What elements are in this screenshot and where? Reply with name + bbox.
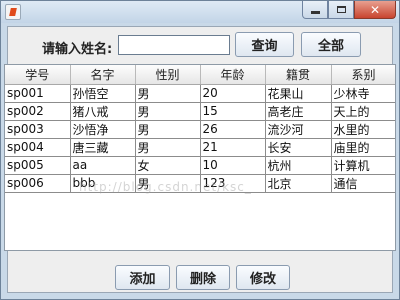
table-cell[interactable]: 唐三藏 [70, 138, 136, 157]
edit-button[interactable]: 修改 [236, 265, 290, 290]
table-cell[interactable]: 计算机 [331, 156, 395, 175]
close-icon: ✕ [369, 2, 381, 17]
table-cell[interactable]: 沙悟净 [70, 120, 136, 139]
table-header-row: 学号 名字 性别 年龄 籍贯 系别 [5, 65, 395, 85]
window-controls: ✕ [302, 1, 396, 19]
content-panel: 请输入姓名: 查询 全部 学号 名字 性别 年龄 籍贯 系别 sp001 孙悟空… [4, 26, 396, 293]
column-header-name[interactable]: 名字 [70, 65, 136, 85]
table-row[interactable]: sp003 沙悟净 男 26 流沙河 水里的 [5, 120, 395, 139]
table-cell[interactable]: 猪八戒 [70, 102, 136, 121]
name-search-input[interactable] [118, 35, 230, 55]
table-cell[interactable]: 花果山 [265, 84, 332, 103]
student-table[interactable]: 学号 名字 性别 年龄 籍贯 系别 sp001 孙悟空 男 20 花果山 少林寺… [5, 65, 395, 193]
table-cell[interactable]: sp002 [5, 102, 71, 121]
student-table-scrollpane[interactable]: 学号 名字 性别 年龄 籍贯 系别 sp001 孙悟空 男 20 花果山 少林寺… [4, 64, 396, 251]
table-cell[interactable]: 水里的 [331, 120, 395, 139]
table-cell[interactable]: 男 [135, 174, 201, 193]
table-cell[interactable]: 男 [135, 138, 201, 157]
table-cell[interactable]: 21 [200, 138, 266, 157]
table-row[interactable]: sp006 bbb 男 123 北京 通信 [5, 174, 395, 193]
minimize-button[interactable] [302, 1, 328, 19]
table-cell[interactable]: 孙悟空 [70, 84, 136, 103]
table-cell[interactable]: sp003 [5, 120, 71, 139]
table-cell[interactable]: 26 [200, 120, 266, 139]
close-button[interactable]: ✕ [354, 1, 396, 19]
table-cell[interactable]: 15 [200, 102, 266, 121]
table-cell[interactable]: sp006 [5, 174, 71, 193]
table-cell[interactable]: 女 [135, 156, 201, 175]
table-cell[interactable]: 男 [135, 84, 201, 103]
maximize-button[interactable] [328, 1, 354, 19]
column-header-gender[interactable]: 性别 [135, 65, 201, 85]
table-cell[interactable]: 北京 [265, 174, 332, 193]
minimize-icon [310, 11, 320, 14]
table-row[interactable]: sp004 唐三藏 男 21 长安 庙里的 [5, 138, 395, 157]
table-cell[interactable]: 男 [135, 120, 201, 139]
table-cell[interactable]: 高老庄 [265, 102, 332, 121]
table-cell[interactable]: 长安 [265, 138, 332, 157]
table-cell[interactable]: 123 [200, 174, 266, 193]
search-label: 请输入姓名: [42, 42, 113, 57]
table-row[interactable]: sp001 孙悟空 男 20 花果山 少林寺 [5, 84, 395, 103]
delete-button[interactable]: 删除 [176, 265, 230, 290]
title-bar[interactable]: ✕ [1, 1, 399, 23]
table-cell[interactable]: 10 [200, 156, 266, 175]
table-cell[interactable]: 流沙河 [265, 120, 332, 139]
table-cell[interactable]: 少林寺 [331, 84, 395, 103]
app-window: ✕ 请输入姓名: 查询 全部 学号 名字 性别 年龄 籍贯 系别 sp001 孙… [0, 0, 400, 300]
table-cell[interactable]: aa [70, 156, 136, 175]
java-app-icon [5, 4, 21, 20]
table-row[interactable]: sp002 猪八戒 男 15 高老庄 天上的 [5, 102, 395, 121]
column-header-hometown[interactable]: 籍贯 [265, 65, 332, 85]
table-cell[interactable]: 通信 [331, 174, 395, 193]
table-cell[interactable]: 天上的 [331, 102, 395, 121]
column-header-id[interactable]: 学号 [5, 65, 71, 85]
table-cell[interactable]: sp005 [5, 156, 71, 175]
add-button[interactable]: 添加 [115, 265, 170, 290]
table-cell[interactable]: sp004 [5, 138, 71, 157]
table-cell[interactable]: 杭州 [265, 156, 332, 175]
maximize-icon [336, 6, 346, 13]
table-cell[interactable]: bbb [70, 174, 136, 193]
show-all-button[interactable]: 全部 [301, 32, 361, 57]
column-header-age[interactable]: 年龄 [200, 65, 266, 85]
table-cell[interactable]: sp001 [5, 84, 71, 103]
column-header-department[interactable]: 系别 [331, 65, 395, 85]
table-cell[interactable]: 20 [200, 84, 266, 103]
table-cell[interactable]: 庙里的 [331, 138, 395, 157]
table-cell[interactable]: 男 [135, 102, 201, 121]
table-row[interactable]: sp005 aa 女 10 杭州 计算机 [5, 156, 395, 175]
query-button[interactable]: 查询 [235, 32, 294, 57]
